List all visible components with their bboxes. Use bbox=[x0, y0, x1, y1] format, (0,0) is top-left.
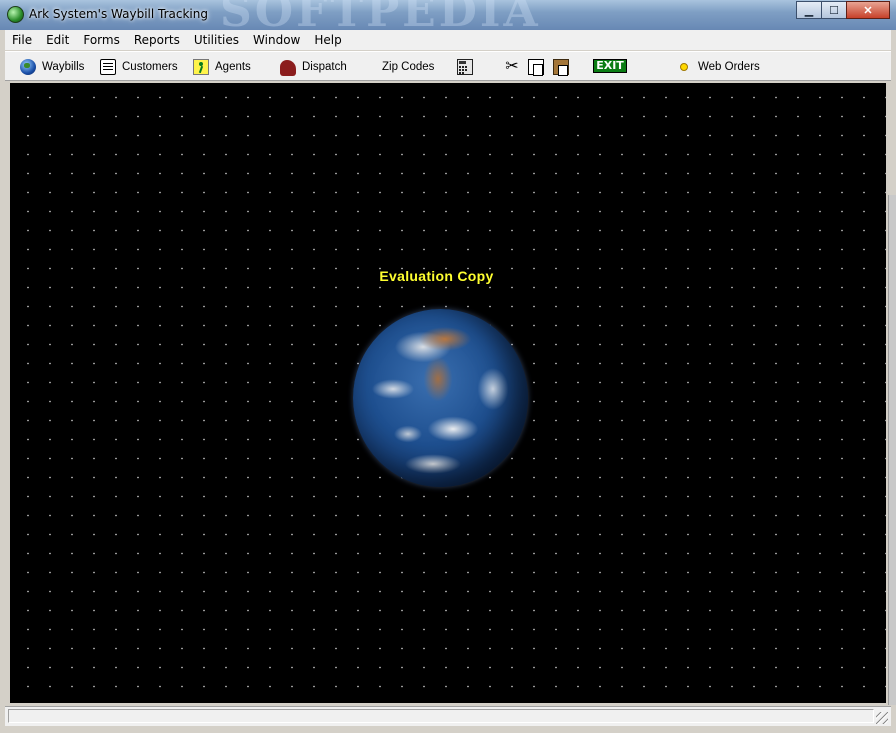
menu-help[interactable]: Help bbox=[307, 33, 348, 47]
right-edge bbox=[888, 195, 896, 705]
agents-button[interactable]: Agents bbox=[193, 56, 251, 78]
mdi-client-area: Evaluation Copy bbox=[10, 83, 886, 703]
menu-bar: File Edit Forms Reports Utilities Window… bbox=[5, 30, 891, 50]
zip-codes-button[interactable]: Zip Codes bbox=[382, 56, 434, 78]
toolbar: Waybills Customers Agents Dispatch Zip C… bbox=[5, 51, 891, 81]
globe-icon bbox=[20, 59, 36, 75]
waybills-label: Waybills bbox=[42, 61, 85, 73]
status-panel bbox=[8, 709, 874, 723]
zip-codes-label: Zip Codes bbox=[382, 61, 435, 73]
evaluation-banner: Evaluation Copy bbox=[379, 268, 494, 284]
paste-icon bbox=[553, 59, 569, 76]
dispatch-button[interactable]: Dispatch bbox=[280, 56, 347, 78]
title-bar[interactable]: SOFTPEDIA Ark System's Waybill Tracking … bbox=[0, 0, 896, 37]
window-title: Ark System's Waybill Tracking bbox=[29, 7, 208, 21]
window-controls: ▁ ☐ ✕ bbox=[796, 1, 890, 19]
copy-icon bbox=[528, 59, 544, 76]
resize-grip[interactable] bbox=[876, 712, 888, 724]
truck-icon bbox=[280, 60, 296, 76]
status-bar bbox=[5, 706, 891, 726]
customers-label: Customers bbox=[122, 61, 178, 73]
menu-reports[interactable]: Reports bbox=[127, 33, 187, 47]
agents-label: Agents bbox=[215, 61, 251, 73]
close-button[interactable]: ✕ bbox=[846, 1, 890, 19]
sun-icon bbox=[676, 57, 692, 77]
calculator-icon bbox=[457, 59, 473, 75]
web-orders-button[interactable]: Web Orders bbox=[676, 56, 760, 78]
dispatch-label: Dispatch bbox=[302, 61, 347, 73]
minimize-button[interactable]: ▁ bbox=[796, 1, 822, 19]
scissors-icon: ✂ bbox=[505, 58, 519, 75]
menu-utilities[interactable]: Utilities bbox=[187, 33, 246, 47]
exit-button[interactable]: EXIT bbox=[593, 59, 627, 73]
menu-forms[interactable]: Forms bbox=[76, 33, 126, 47]
cut-button[interactable]: ✂ bbox=[504, 56, 526, 78]
menu-window[interactable]: Window bbox=[246, 33, 307, 47]
copy-button[interactable] bbox=[528, 56, 550, 78]
customers-button[interactable]: Customers bbox=[100, 56, 178, 78]
web-orders-label: Web Orders bbox=[698, 61, 760, 73]
paste-button[interactable] bbox=[553, 56, 575, 78]
menu-file[interactable]: File bbox=[5, 33, 39, 47]
running-man-icon bbox=[193, 59, 209, 75]
earth-image bbox=[353, 309, 528, 487]
app-icon[interactable] bbox=[7, 6, 24, 23]
waybills-button[interactable]: Waybills bbox=[20, 56, 84, 78]
address-book-icon bbox=[100, 59, 116, 75]
menu-edit[interactable]: Edit bbox=[39, 33, 76, 47]
app-window: SOFTPEDIA Ark System's Waybill Tracking … bbox=[0, 0, 896, 733]
maximize-button[interactable]: ☐ bbox=[821, 1, 847, 19]
calculator-button[interactable] bbox=[457, 56, 479, 78]
